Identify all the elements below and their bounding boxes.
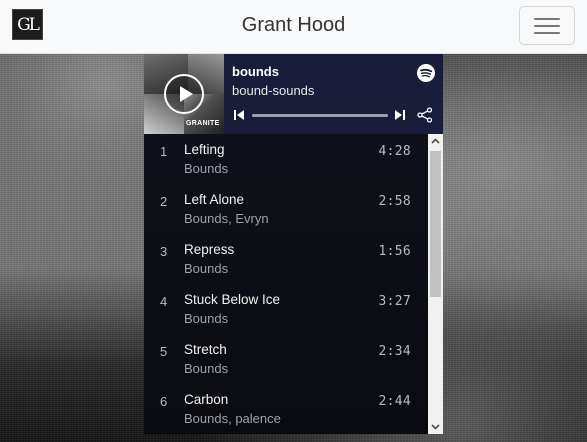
track-name: Lefting: [184, 142, 225, 157]
player-header: GRANITE bounds bound-sounds: [144, 54, 443, 134]
scroll-up-icon[interactable]: [428, 134, 443, 149]
progress-bar[interactable]: [252, 114, 388, 117]
track-duration: 1:56: [378, 244, 411, 259]
skip-next-icon[interactable]: [394, 109, 406, 121]
track-duration: 2:44: [378, 394, 411, 409]
track-number: 5: [160, 344, 168, 359]
track-artist-name: Bounds: [184, 311, 229, 326]
skip-previous-icon[interactable]: [233, 109, 245, 121]
spotify-icon[interactable]: [417, 64, 435, 82]
site-title[interactable]: Grant Hood: [0, 14, 587, 37]
track-title[interactable]: bounds: [232, 64, 279, 79]
track-name: Left Alone: [184, 192, 245, 207]
track-list-scrollbar[interactable]: [428, 134, 443, 434]
hamburger-icon: [534, 18, 560, 20]
track-name: Stuck Below Ice: [184, 292, 281, 307]
album-art-label: GRANITE: [186, 120, 220, 127]
track-row[interactable]: 6 Carbon Bounds, palence 2:44: [144, 384, 428, 434]
hamburger-icon: [534, 25, 560, 27]
scroll-down-icon[interactable]: [428, 419, 443, 434]
track-list: 1 Lefting Bounds 4:28 2 Left Alone Bound…: [144, 134, 428, 434]
track-artist-name: Bounds, Evryn: [184, 211, 269, 226]
track-duration: 3:27: [378, 294, 411, 309]
track-artist-name: Bounds: [184, 261, 229, 276]
track-artist[interactable]: bound-sounds: [232, 83, 314, 98]
menu-toggle-button[interactable]: [519, 6, 575, 45]
track-row[interactable]: 5 Stretch Bounds 2:34: [144, 334, 428, 384]
track-duration: 2:34: [378, 344, 411, 359]
play-icon: [180, 86, 193, 102]
track-artist-name: Bounds: [184, 361, 229, 376]
track-artist-name: Bounds, palence: [184, 411, 281, 426]
track-number: 1: [160, 144, 168, 159]
track-name: Stretch: [184, 342, 227, 357]
play-button[interactable]: [164, 74, 204, 114]
track-row[interactable]: 2 Left Alone Bounds, Evryn 2:58: [144, 184, 428, 234]
track-number: 4: [160, 294, 168, 309]
navbar: GL Grant Hood: [0, 0, 587, 54]
spotify-player: GRANITE bounds bound-sounds 1 Lefting Bo…: [144, 54, 443, 434]
track-artist-name: Bounds: [184, 161, 229, 176]
track-name: Carbon: [184, 392, 229, 407]
track-row[interactable]: 3 Repress Bounds 1:56: [144, 234, 428, 284]
track-duration: 4:28: [378, 144, 411, 159]
track-name: Repress: [184, 242, 235, 257]
track-duration: 2:58: [378, 194, 411, 209]
track-number: 6: [160, 394, 168, 409]
track-number: 3: [160, 244, 168, 259]
share-icon[interactable]: [417, 107, 433, 123]
scrollbar-thumb[interactable]: [430, 151, 441, 297]
hamburger-icon: [534, 32, 560, 34]
track-number: 2: [160, 194, 168, 209]
track-row[interactable]: 4 Stuck Below Ice Bounds 3:27: [144, 284, 428, 334]
track-row[interactable]: 1 Lefting Bounds 4:28: [144, 134, 428, 184]
